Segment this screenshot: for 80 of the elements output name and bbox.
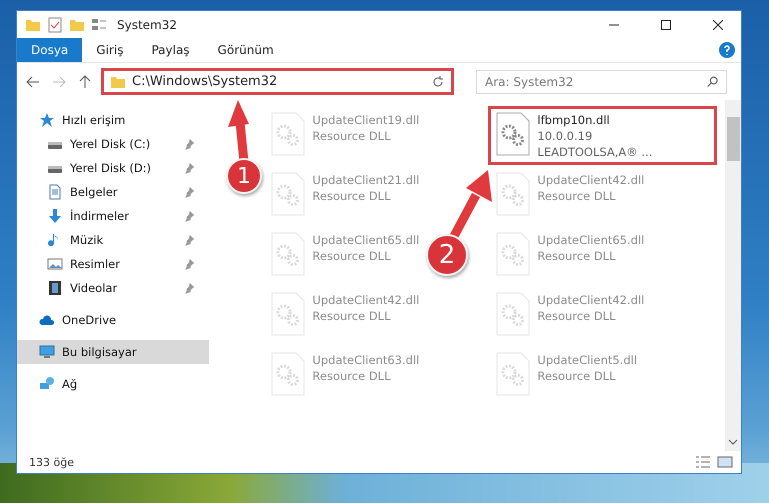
file-gears-icon — [270, 172, 306, 216]
file-gears-icon — [270, 232, 306, 276]
pin-icon — [183, 258, 196, 270]
ribbon-tab[interactable]: Görünüm — [204, 38, 288, 62]
help-icon[interactable] — [719, 42, 735, 58]
file-name: UpdateClient63.dll — [312, 352, 420, 368]
file-name: UpdateClient42.dll — [537, 292, 644, 308]
chevron-down-icon[interactable] — [728, 439, 738, 447]
monitor-icon — [39, 344, 55, 360]
file-gears-icon — [270, 352, 306, 396]
file-detail: Resource DLL — [312, 308, 392, 324]
pin-icon — [183, 138, 196, 150]
ribbon-tab[interactable]: Dosya — [17, 38, 82, 62]
file-detail: Resource DLL — [537, 248, 616, 264]
address-bar[interactable]: C:\Windows\System32 — [101, 68, 454, 95]
details-view-icon — [695, 454, 711, 470]
pin-icon — [183, 234, 196, 246]
up-arrow-icon — [79, 74, 91, 88]
sidebar-item[interactable]: Hızlı erişim — [17, 108, 210, 132]
scrollbar[interactable] — [725, 100, 741, 451]
window-title: System32 — [117, 18, 178, 32]
file-name: UpdateClient5.dll — [537, 352, 638, 368]
pin-icon — [183, 210, 196, 222]
film-icon — [47, 280, 63, 296]
down-arrow-icon — [47, 208, 63, 224]
search-icon — [707, 76, 719, 88]
file-gears-icon — [495, 352, 532, 396]
file-name: UpdateClient42.dll — [312, 292, 420, 308]
file-detail: Resource DLL — [537, 368, 616, 384]
file-name: UpdateClient21.dll — [312, 172, 420, 188]
file-name: lfbmp10n.dll — [537, 112, 611, 128]
file-gears-icon — [495, 292, 532, 336]
sidebar-item[interactable]: Resimler — [17, 252, 210, 276]
right-arrow-icon — [52, 76, 66, 88]
item-count: 133 öğe — [29, 456, 74, 468]
file-name: UpdateClient65.dll — [312, 232, 420, 248]
pin-icon — [183, 162, 196, 174]
file-detail: Resource DLL — [537, 188, 616, 204]
network-icon — [39, 376, 55, 392]
large-icons-view-icon — [717, 454, 733, 470]
sidebar-item[interactable]: İndirmeler — [17, 204, 210, 228]
sidebar-item[interactable]: Müzik — [17, 228, 210, 252]
file-detail: 10.0.0.19 — [537, 128, 594, 144]
file-detail: Resource DLL — [312, 368, 392, 384]
star-icon — [39, 112, 55, 128]
file-detail: LEADTOOLSA,A® ... — [537, 144, 652, 160]
file-gears-icon — [495, 232, 532, 276]
file-name: UpdateClient42.dll — [537, 172, 644, 188]
file-detail: Resource DLL — [537, 308, 616, 324]
file-detail: Resource DLL — [312, 128, 392, 144]
file-gears-icon — [270, 292, 306, 336]
file-detail: Resource DLL — [312, 188, 392, 204]
document-icon — [47, 184, 63, 200]
sidebar-item[interactable]: OneDrive — [17, 308, 210, 332]
ribbon-tab[interactable]: Giriş — [82, 38, 138, 62]
properties-icon — [47, 16, 63, 32]
file-detail: Resource DLL — [312, 248, 392, 264]
pin-icon — [183, 282, 196, 294]
sidebar-item[interactable]: Bu bilgisayar — [17, 340, 210, 364]
sidebar-item[interactable]: Ağ — [17, 372, 210, 396]
file-name: UpdateClient65.dll — [537, 232, 644, 248]
sidebar-item[interactable]: Yerel Disk (C:) — [17, 132, 210, 156]
ribbon-tab[interactable]: Paylaş — [137, 38, 204, 62]
sidebar-item[interactable]: Videolar — [17, 276, 210, 300]
search-field[interactable]: Ara: System32 — [476, 70, 727, 94]
file-item-highlight[interactable]: lfbmp10n.dll 10.0.0.19 LEADTOOLSA,A® ... — [488, 106, 718, 165]
left-arrow-icon — [26, 76, 40, 88]
view-options-icon — [91, 16, 107, 32]
pin-icon — [183, 186, 196, 198]
file-name: UpdateClient19.dll — [312, 112, 420, 128]
close-icon — [713, 20, 723, 30]
picture-icon — [47, 256, 63, 272]
refresh-icon[interactable] — [431, 74, 445, 88]
scrollbar-thumb[interactable] — [726, 117, 740, 161]
sidebar-item[interactable]: Yerel Disk (D:) — [17, 156, 210, 180]
maximize-icon — [661, 20, 671, 30]
sidebar-item[interactable]: Belgeler — [17, 180, 210, 204]
file-gears-icon — [495, 112, 532, 156]
file-gears-icon — [495, 172, 532, 216]
file-gears-icon — [270, 112, 306, 156]
